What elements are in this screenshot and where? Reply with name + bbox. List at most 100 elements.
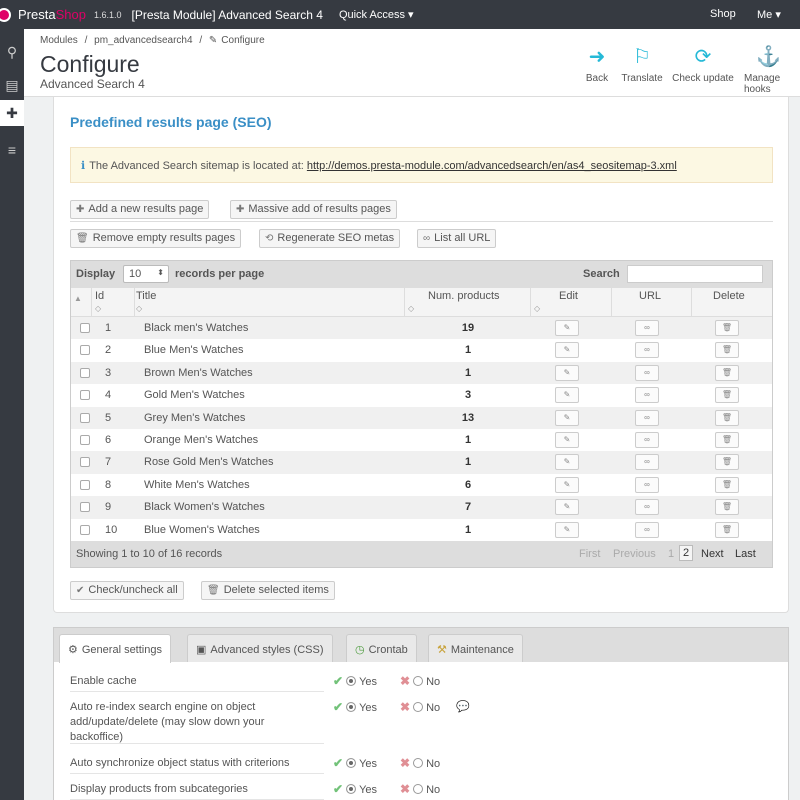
edit-pencil-icon[interactable]: ✎ (555, 342, 579, 359)
row-checkbox[interactable] (80, 435, 90, 445)
breadcrumb-module[interactable]: pm_advancedsearch4 (94, 35, 192, 46)
pager-page-1[interactable]: 1 (668, 548, 674, 560)
pager-first[interactable]: First (579, 548, 600, 560)
modules-icon[interactable]: ✚ (0, 100, 24, 126)
edit-pencil-icon[interactable]: ✎ (555, 320, 579, 336)
menu-icon[interactable]: ≡ (0, 137, 24, 163)
radio-yes[interactable] (346, 784, 357, 794)
url-link-icon[interactable]: ∞ (635, 320, 659, 336)
radio-yes[interactable] (346, 758, 357, 768)
cross-icon: ✖ (400, 674, 411, 688)
orders-icon[interactable]: ▤ (0, 72, 24, 98)
list-url-button[interactable]: ∞ List all URL (417, 229, 497, 248)
delete-trash-icon[interactable]: 🗑 (715, 320, 739, 336)
no-option[interactable]: ✖ No (400, 756, 440, 770)
edit-pencil-icon[interactable]: ✎ (555, 499, 579, 516)
row-id: 9 (105, 501, 112, 514)
row-checkbox[interactable] (80, 524, 90, 535)
pager-previous[interactable]: Previous (613, 548, 656, 560)
edit-pencil-icon[interactable]: ✎ (555, 454, 579, 471)
row-checkbox[interactable] (80, 323, 90, 333)
radio-no[interactable] (413, 758, 424, 768)
tab-crontab[interactable]: ◷ Crontab (346, 634, 417, 662)
url-link-icon[interactable]: ∞ (635, 364, 659, 381)
delete-trash-icon[interactable]: 🗑 (715, 454, 739, 471)
column-id[interactable]: Id ◇ (95, 290, 104, 313)
remove-empty-button[interactable]: 🗑 Remove empty results pages (70, 229, 242, 248)
url-link-icon[interactable]: ∞ (635, 521, 659, 538)
url-link-icon[interactable]: ∞ (635, 409, 659, 426)
pager-page-2[interactable]: 2 (679, 545, 694, 561)
row-num-products: 6 (464, 478, 472, 491)
translate-button[interactable]: ⚐ Translate (620, 46, 664, 84)
delete-trash-icon[interactable]: 🗑 (715, 476, 739, 493)
row-checkbox[interactable] (80, 367, 90, 378)
radio-yes[interactable] (346, 702, 357, 712)
delete-trash-icon[interactable]: 🗑 (715, 342, 739, 359)
sort-icon[interactable]: ▲ (74, 294, 82, 303)
manage-hooks-button[interactable]: ⚓ Manage hooks (744, 46, 800, 95)
edit-pencil-icon[interactable]: ✎ (555, 432, 579, 448)
delete-trash-icon[interactable]: 🗑 (715, 499, 739, 516)
search-icon[interactable]: ⚲ (0, 39, 24, 65)
row-checkbox[interactable] (80, 390, 90, 401)
url-link-icon[interactable]: ∞ (635, 387, 659, 404)
yes-option[interactable]: ✔ Yes (333, 700, 377, 714)
search-input[interactable] (627, 265, 763, 283)
delete-trash-icon[interactable]: 🗑 (715, 409, 739, 426)
yes-option[interactable]: ✔ Yes (333, 782, 377, 796)
add-results-page-button[interactable]: ✚ Add a new results page (70, 200, 210, 219)
delete-selected-button[interactable]: 🗑 Delete selected items (201, 581, 335, 600)
radio-no[interactable] (413, 702, 424, 712)
row-checkbox[interactable] (80, 479, 90, 490)
row-checkbox[interactable] (80, 457, 90, 468)
column-title[interactable]: Title ◇ (136, 290, 156, 313)
radio-yes[interactable] (346, 676, 357, 686)
panel-heading: Predefined results page (SEO) (70, 114, 272, 130)
regenerate-seo-button[interactable]: ⟲ Regenerate SEO metas (259, 229, 401, 248)
sitemap-link[interactable]: http://demos.presta-module.com/advanceds… (307, 160, 677, 172)
user-menu[interactable]: Me ▾ (757, 8, 781, 21)
table-row: 9 Black Women's Watches 7 ✎ ∞ 🗑 (71, 496, 772, 519)
edit-pencil-icon[interactable]: ✎ (555, 409, 579, 426)
tab-general-settings[interactable]: ⚙ General settings (59, 634, 171, 663)
breadcrumb-modules[interactable]: Modules (40, 35, 78, 46)
radio-no[interactable] (413, 784, 424, 794)
url-link-icon[interactable]: ∞ (635, 454, 659, 471)
delete-trash-icon[interactable]: 🗑 (715, 364, 739, 381)
comment-icon[interactable]: 💬 (456, 700, 470, 713)
check-all-button[interactable]: ✔ Check/uncheck all (70, 581, 184, 600)
edit-pencil-icon[interactable]: ✎ (555, 476, 579, 493)
no-option[interactable]: ✖ No (400, 782, 440, 796)
row-checkbox[interactable] (80, 345, 90, 356)
edit-pencil-icon[interactable]: ✎ (555, 521, 579, 538)
delete-trash-icon[interactable]: 🗑 (715, 387, 739, 404)
pager-last[interactable]: Last (735, 548, 756, 560)
row-checkbox[interactable] (80, 412, 90, 423)
sort-icon: ◇ (408, 304, 415, 313)
column-num-products[interactable]: Num. products ◇ (408, 290, 526, 313)
delete-trash-icon[interactable]: 🗑 (715, 432, 739, 448)
tab-advanced-styles[interactable]: ▣ Advanced styles (CSS) (187, 634, 333, 662)
no-option[interactable]: ✖ No (400, 674, 440, 688)
url-link-icon[interactable]: ∞ (635, 499, 659, 516)
per-page-select[interactable]: 10 ⬍ (123, 265, 169, 283)
check-update-button[interactable]: ⟳ Check update (672, 46, 734, 84)
radio-no[interactable] (413, 676, 424, 686)
edit-pencil-icon[interactable]: ✎ (555, 364, 579, 381)
no-option[interactable]: ✖ No (400, 700, 440, 714)
yes-option[interactable]: ✔ Yes (333, 674, 377, 688)
url-link-icon[interactable]: ∞ (635, 476, 659, 493)
edit-pencil-icon[interactable]: ✎ (555, 387, 579, 404)
massive-add-button[interactable]: ✚ Massive add of results pages (230, 200, 397, 219)
url-link-icon[interactable]: ∞ (635, 432, 659, 448)
pager-next[interactable]: Next (701, 548, 724, 560)
tab-maintenance[interactable]: ⚒ Maintenance (428, 634, 523, 662)
quick-access-menu[interactable]: Quick Access ▾ (339, 8, 414, 21)
back-button[interactable]: ➜ Back (582, 46, 612, 84)
row-checkbox[interactable] (80, 502, 90, 513)
shop-link[interactable]: Shop (710, 8, 736, 20)
delete-trash-icon[interactable]: 🗑 (715, 521, 739, 538)
url-link-icon[interactable]: ∞ (635, 342, 659, 359)
yes-option[interactable]: ✔ Yes (333, 756, 377, 770)
